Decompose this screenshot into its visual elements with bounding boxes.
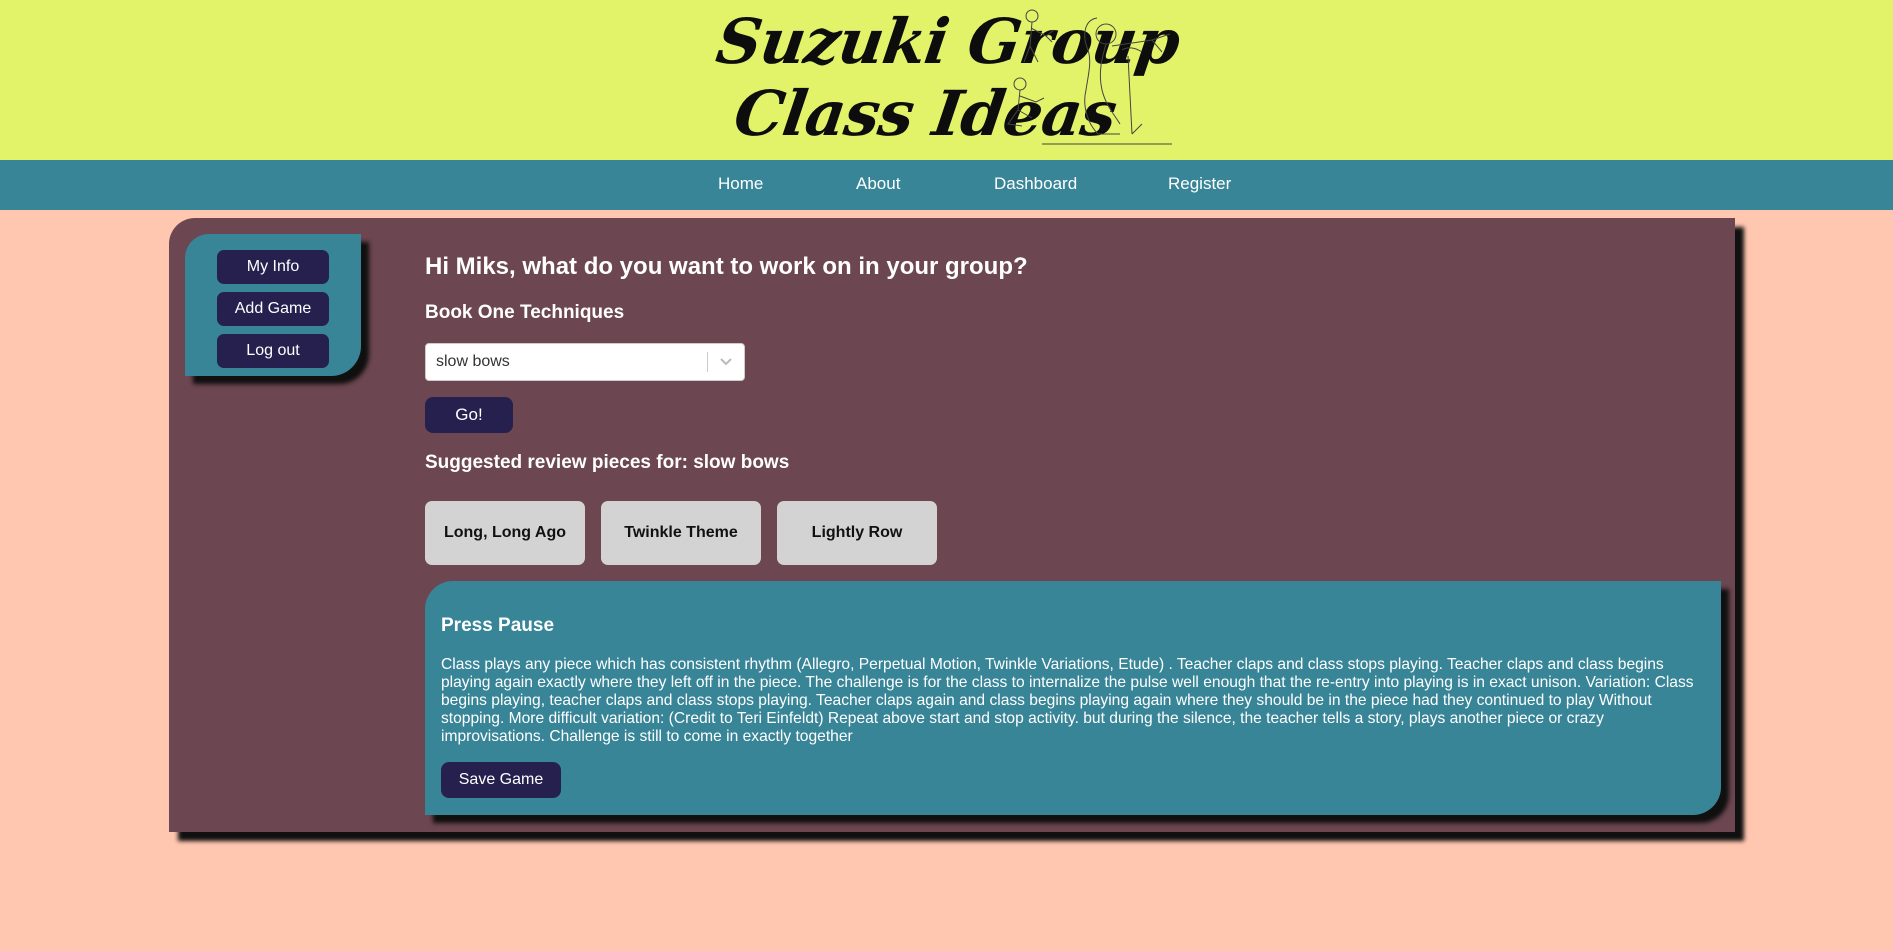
logo-line-2: Class Ideas [729,77,1121,150]
nav-about-link[interactable]: About [856,174,900,194]
nav-register-link[interactable]: Register [1168,174,1231,194]
suggested-pieces-heading: Suggested review pieces for: slow bows [425,452,790,473]
violinists-drawing-icon [1007,9,1172,145]
piece-card-twinkle-theme[interactable]: Twinkle Theme [601,501,761,565]
game-title: Press Pause [441,615,555,636]
technique-select-value: slow bows [436,353,510,370]
piece-card-lightly-row[interactable]: Lightly Row [777,501,937,565]
my-info-button[interactable]: My Info [217,250,329,284]
nav-dashboard-link[interactable]: Dashboard [994,174,1077,194]
game-description: Class plays any piece which has consiste… [441,656,1694,745]
log-out-button[interactable]: Log out [217,334,329,368]
add-game-button[interactable]: Add Game [217,292,329,326]
logo-line-1: Suzuki Group [712,5,1184,78]
site-logo[interactable]: Suzuki Group Class Ideas [712,5,1190,152]
save-game-button[interactable]: Save Game [441,762,561,798]
logo-text: Suzuki Group Class Ideas [702,5,1184,150]
piece-card-long-long-ago[interactable]: Long, Long Ago [425,501,585,565]
game-card: Press Pause Class plays any piece which … [425,581,1721,815]
sidebar: My Info Add Game Log out [185,234,361,376]
page-greeting: Hi Miks, what do you want to work on in … [425,253,1028,280]
technique-heading: Book One Techniques [425,302,625,323]
select-separator [707,352,708,372]
chevron-down-icon[interactable] [716,353,736,371]
nav-home-link[interactable]: Home [718,174,763,194]
main-nav: Home About Dashboard Register [0,160,1893,210]
go-button[interactable]: Go! [425,397,513,433]
technique-select[interactable]: slow bows [425,343,745,381]
site-header: Suzuki Group Class Ideas [0,0,1893,160]
